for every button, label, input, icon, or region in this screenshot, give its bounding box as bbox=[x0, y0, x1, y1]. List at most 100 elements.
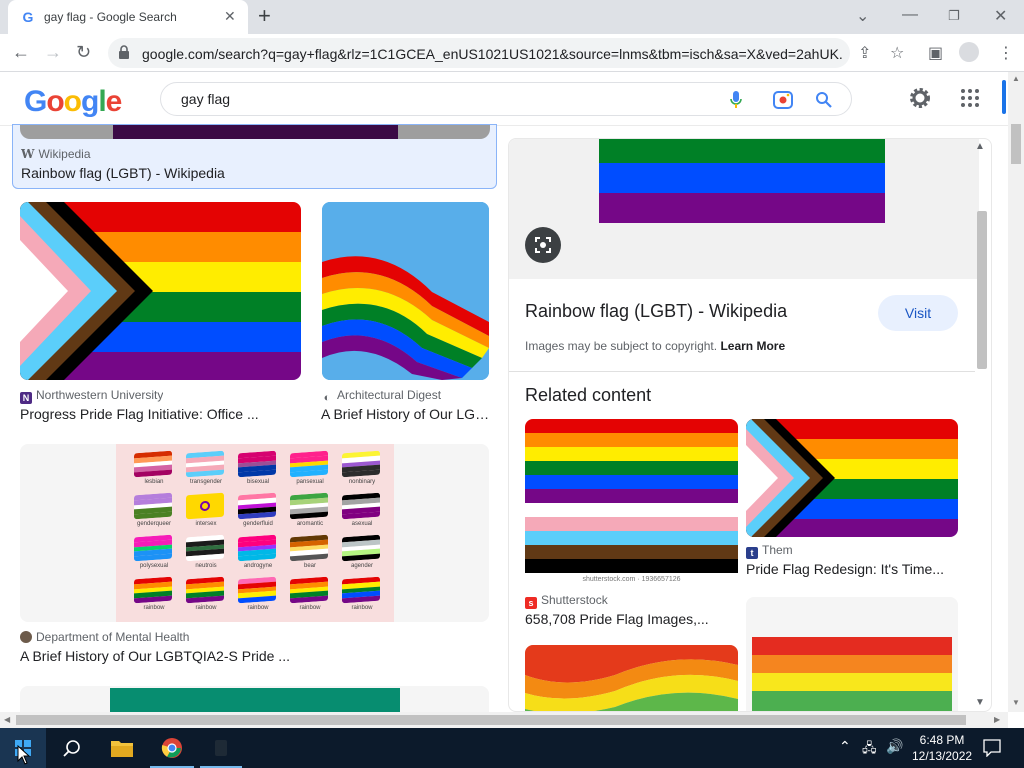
mini-flag-stripes bbox=[342, 492, 380, 520]
mini-flag-stripes bbox=[342, 534, 380, 562]
mini-flag-stripes bbox=[290, 450, 328, 478]
result-title[interactable]: A Brief History of Our LGBTQIA2-S Pride … bbox=[321, 406, 491, 422]
image-preview-panel: ▲ Rainbow flag (LGBT) - Wikipedia Visit … bbox=[508, 138, 992, 712]
voice-search-icon[interactable] bbox=[729, 90, 743, 110]
reload-icon[interactable]: ↻ bbox=[76, 42, 91, 62]
lens-scan-icon bbox=[535, 237, 551, 253]
account-indicator[interactable] bbox=[1002, 80, 1006, 114]
apps-grid-icon[interactable] bbox=[960, 88, 980, 108]
page-vertical-scrollbar[interactable]: ▲ ▼ bbox=[1008, 72, 1024, 712]
result-title[interactable]: A Brief History of Our LGBTQIA2-S Pride … bbox=[20, 648, 480, 664]
mini-flag-stripes bbox=[342, 576, 380, 604]
mini-flag: bisexual bbox=[238, 450, 278, 490]
minimize-icon[interactable]: — bbox=[902, 6, 918, 24]
learn-more-link[interactable]: Learn More bbox=[720, 339, 785, 353]
new-tab-icon[interactable]: + bbox=[258, 4, 271, 28]
menu-dots-icon[interactable]: ⋮ bbox=[998, 43, 1014, 63]
wikipedia-favicon-icon: W bbox=[21, 147, 35, 161]
related-thumbnail-shutterstock[interactable]: shutterstock.com · 1936657126 bbox=[525, 419, 738, 587]
result-title[interactable]: Progress Pride Flag Initiative: Office .… bbox=[20, 406, 300, 422]
taskbar-search-icon[interactable] bbox=[63, 739, 81, 757]
scroll-up-arrow-icon[interactable]: ▲ bbox=[975, 141, 985, 152]
lens-button[interactable] bbox=[525, 227, 561, 263]
mini-flag: polysexual bbox=[134, 534, 174, 574]
result-source: Architectural Digest bbox=[337, 388, 442, 402]
lock-icon bbox=[119, 45, 129, 59]
bookmark-star-icon[interactable]: ☆ bbox=[890, 43, 904, 63]
share-icon[interactable]: ⇪ bbox=[858, 43, 871, 63]
url-text: google.com/search?q=gay+flag&rlz=1C1GCEA… bbox=[142, 46, 842, 62]
address-bar[interactable]: google.com/search?q=gay+flag&rlz=1C1GCEA… bbox=[108, 38, 850, 68]
pride-flags-chart-thumbnail[interactable]: lesbian transgender bisexual pansexual nonbi… bbox=[20, 444, 489, 622]
browser-tab[interactable]: G gay flag - Google Search ✕ bbox=[8, 0, 248, 34]
next-result-thumbnail[interactable] bbox=[20, 686, 489, 712]
panel-title[interactable]: Rainbow flag (LGBT) - Wikipedia bbox=[525, 301, 787, 322]
close-window-icon[interactable]: ✕ bbox=[994, 6, 1007, 26]
mini-flag-label: rainbow bbox=[299, 605, 321, 611]
visit-button[interactable]: Visit bbox=[878, 295, 958, 331]
close-tab-icon[interactable]: ✕ bbox=[224, 8, 236, 25]
mini-flag-stripes bbox=[342, 450, 380, 478]
scroll-left-icon[interactable]: ◀ bbox=[4, 715, 10, 724]
shutterstock-favicon-icon: s bbox=[525, 597, 537, 609]
mouse-cursor-icon bbox=[17, 745, 31, 765]
profile-avatar-icon[interactable] bbox=[959, 42, 979, 62]
preview-rainbow-flag[interactable] bbox=[599, 139, 885, 223]
back-icon[interactable]: ← bbox=[12, 42, 30, 62]
tab-search-icon[interactable]: ⌄ bbox=[856, 6, 869, 26]
mini-flag-label: rainbow bbox=[351, 605, 373, 611]
selected-result-card[interactable]: W Wikipedia Rainbow flag (LGBT) - Wikiped… bbox=[12, 124, 497, 189]
clock-time: 6:48 PM bbox=[919, 733, 965, 747]
mini-flag: agender bbox=[342, 534, 382, 574]
dmh-favicon-icon bbox=[20, 631, 32, 643]
mini-flag-stripes bbox=[238, 534, 276, 562]
mini-flag-label: rainbow bbox=[247, 605, 269, 611]
panel-scrollbar-thumb[interactable] bbox=[977, 211, 987, 369]
lens-search-icon[interactable] bbox=[773, 91, 793, 109]
result-title[interactable]: Rainbow flag (LGBT) - Wikipedia bbox=[21, 165, 481, 181]
mini-flag-stripes bbox=[238, 450, 276, 478]
side-panel-icon[interactable]: ▣ bbox=[928, 43, 943, 63]
scroll-up-icon[interactable]: ▲ bbox=[1012, 74, 1020, 83]
preview-image-area bbox=[509, 139, 979, 279]
network-icon[interactable]: 🖧 bbox=[862, 739, 877, 761]
them-favicon-icon: t bbox=[746, 547, 758, 559]
result-title[interactable]: Pride Flag Redesign: It's Time... bbox=[746, 561, 958, 577]
related-thumbnail-them[interactable] bbox=[746, 419, 958, 537]
mini-flag-label: bisexual bbox=[246, 479, 269, 485]
app-taskbar-button[interactable] bbox=[200, 728, 242, 768]
scroll-down-arrow-icon[interactable]: ▼ bbox=[975, 697, 985, 708]
mini-flag-stripes bbox=[186, 534, 224, 562]
related-thumbnail-flag-photo[interactable] bbox=[746, 597, 958, 711]
search-icon[interactable] bbox=[815, 91, 833, 109]
scroll-right-icon[interactable]: ▶ bbox=[994, 715, 1000, 724]
waving-rainbow-flag-thumbnail[interactable] bbox=[322, 202, 489, 380]
tab-title: gay flag - Google Search bbox=[44, 10, 177, 24]
google-doodle-logo[interactable]: Google bbox=[24, 86, 122, 118]
intersex-circle bbox=[200, 500, 210, 512]
related-thumbnail-wave[interactable] bbox=[525, 645, 738, 711]
page-horizontal-scrollbar[interactable]: ◀ ▶ bbox=[0, 712, 1008, 728]
result-title[interactable]: 658,708 Pride Flag Images,... bbox=[525, 611, 735, 627]
mini-flag: rainbow bbox=[342, 576, 382, 616]
mini-flag: transgender bbox=[186, 450, 226, 490]
scrollbar-thumb[interactable] bbox=[1011, 124, 1021, 164]
mini-flag: rainbow bbox=[238, 576, 278, 616]
search-box[interactable] bbox=[160, 82, 852, 116]
action-center-icon[interactable] bbox=[983, 739, 1001, 757]
chrome-taskbar-button[interactable] bbox=[150, 728, 194, 768]
clock[interactable]: 6:48 PM 12/13/2022 bbox=[912, 732, 972, 764]
progress-pride-flag-thumbnail[interactable] bbox=[20, 202, 301, 380]
app-icon bbox=[215, 740, 227, 756]
forward-icon[interactable]: → bbox=[44, 42, 62, 62]
restore-icon[interactable]: ❐ bbox=[948, 8, 960, 24]
mini-flag-label: rainbow bbox=[195, 605, 217, 611]
file-explorer-icon[interactable] bbox=[110, 738, 134, 758]
mini-flag: lesbian bbox=[134, 450, 174, 490]
show-hidden-icons-chevron-icon[interactable]: ⌃ bbox=[839, 738, 851, 755]
scroll-down-icon[interactable]: ▼ bbox=[1012, 698, 1020, 707]
settings-gear-icon[interactable] bbox=[908, 86, 932, 110]
search-input[interactable] bbox=[181, 89, 701, 109]
scrollbar-thumb[interactable] bbox=[16, 715, 966, 725]
volume-icon[interactable]: 🔊 bbox=[886, 738, 903, 755]
